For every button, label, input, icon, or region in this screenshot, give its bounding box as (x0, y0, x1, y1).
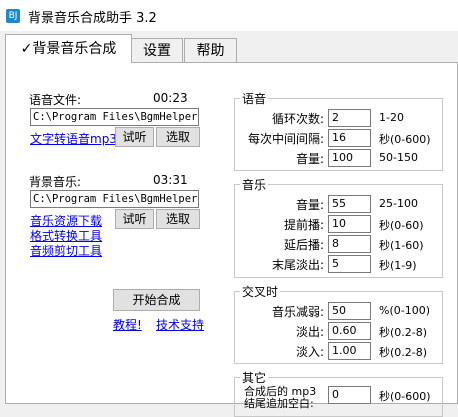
main-panel: 语音文件: 00:23 C:\Program Files\BgmHelper\ … (5, 62, 458, 417)
voice-volume-range: 50-150 (379, 151, 418, 164)
voice-duration: 00:23 (153, 91, 188, 105)
fade-in-label: 淡入: (295, 345, 324, 359)
voice-listen-button[interactable]: 试听 (115, 127, 154, 147)
bgm-label: 背景音乐: (29, 175, 82, 189)
append-silence-input[interactable]: 0 (328, 386, 371, 404)
append-silence-label-2: 结尾追加空白: (244, 397, 314, 410)
music-duck-range: %(0-100) (379, 304, 430, 317)
tutorial-link[interactable]: 教程! (113, 316, 142, 333)
music-duck-label: 音乐减弱: (271, 305, 324, 319)
tab-settings[interactable]: 设置 (131, 38, 183, 62)
tab-help[interactable]: 帮助 (184, 38, 237, 62)
interval-range: 秒(0-600) (379, 133, 431, 146)
interval-input[interactable]: 16 (328, 129, 371, 147)
loop-count-input[interactable]: 2 (328, 109, 371, 127)
music-volume-range: 25-100 (379, 197, 418, 210)
tab-bgm-compose[interactable]: ✓背景音乐合成 (5, 34, 132, 63)
bgm-path-field[interactable]: C:\Program Files\BgmHelper\ (30, 190, 199, 208)
title-bar: BJ 背景音乐合成助手 3.2 (0, 0, 458, 31)
play-late-label: 延后播: (283, 238, 324, 252)
tab-label: 帮助 (196, 43, 225, 59)
fade-out-label: 淡出: (295, 325, 324, 339)
window-title: 背景音乐合成助手 3.2 (28, 11, 157, 26)
tts-link[interactable]: 文字转语音mp3 (30, 130, 117, 147)
start-compose-button[interactable]: 开始合成 (113, 289, 200, 311)
play-late-input[interactable]: 8 (328, 235, 371, 253)
bgm-listen-button[interactable]: 试听 (115, 209, 154, 229)
voice-volume-input[interactable]: 100 (328, 149, 371, 167)
voice-select-button[interactable]: 选取 (156, 127, 200, 147)
tab-label: 设置 (143, 43, 171, 59)
voice-file-label: 语音文件: (29, 93, 82, 107)
play-late-range: 秒(1-60) (379, 239, 424, 252)
bgm-select-button[interactable]: 选取 (156, 209, 200, 229)
append-silence-range: 秒(0-600) (379, 390, 431, 403)
other-settings-group: 其它 合成后的 mp3 结尾追加空白: 0 秒(0-600) (234, 369, 443, 417)
check-icon: ✓ (20, 41, 33, 57)
fade-end-label: 末尾淡出: (271, 258, 324, 272)
music-duck-input[interactable]: 50 (328, 302, 371, 320)
play-early-input[interactable]: 10 (328, 215, 371, 233)
group-title: 交叉时 (240, 283, 281, 300)
bgm-duration: 03:31 (153, 173, 188, 187)
loop-count-range: 1-20 (379, 111, 404, 124)
group-title: 音乐 (240, 176, 269, 193)
voice-volume-label: 音量: (295, 152, 324, 166)
tech-support-link[interactable]: 技术支持 (156, 316, 204, 333)
tab-label: 背景音乐合成 (32, 41, 117, 57)
app-icon: BJ (6, 9, 20, 23)
fade-in-range: 秒(0.2-8) (379, 346, 428, 359)
music-volume-input[interactable]: 55 (328, 195, 371, 213)
group-title: 语音 (240, 90, 269, 107)
play-early-range: 秒(0-60) (379, 219, 424, 232)
music-volume-label: 音量: (295, 198, 324, 212)
crossover-settings-group: 交叉时 音乐减弱: 50 %(0-100) 淡出: 0.60 秒(0.2-8) … (234, 283, 443, 364)
loop-count-label: 循环次数: (271, 112, 324, 126)
interval-label: 每次中间间隔: (247, 132, 324, 146)
audio-cut-link[interactable]: 音频剪切工具 (30, 242, 102, 259)
play-early-label: 提前播: (283, 218, 324, 232)
fade-out-range: 秒(0.2-8) (379, 326, 428, 339)
voice-settings-group: 语音 循环次数: 2 1-20 每次中间间隔: 16 秒(0-600) 音量: … (234, 90, 443, 171)
voice-path-field[interactable]: C:\Program Files\BgmHelper\ (30, 108, 199, 126)
music-settings-group: 音乐 音量: 55 25-100 提前播: 10 秒(0-60) 延后播: 8 … (234, 176, 443, 278)
fade-end-range: 秒(1-9) (379, 259, 417, 272)
fade-out-input[interactable]: 0.60 (328, 322, 371, 340)
fade-end-input[interactable]: 5 (328, 255, 371, 273)
fade-in-input[interactable]: 1.00 (328, 342, 371, 360)
